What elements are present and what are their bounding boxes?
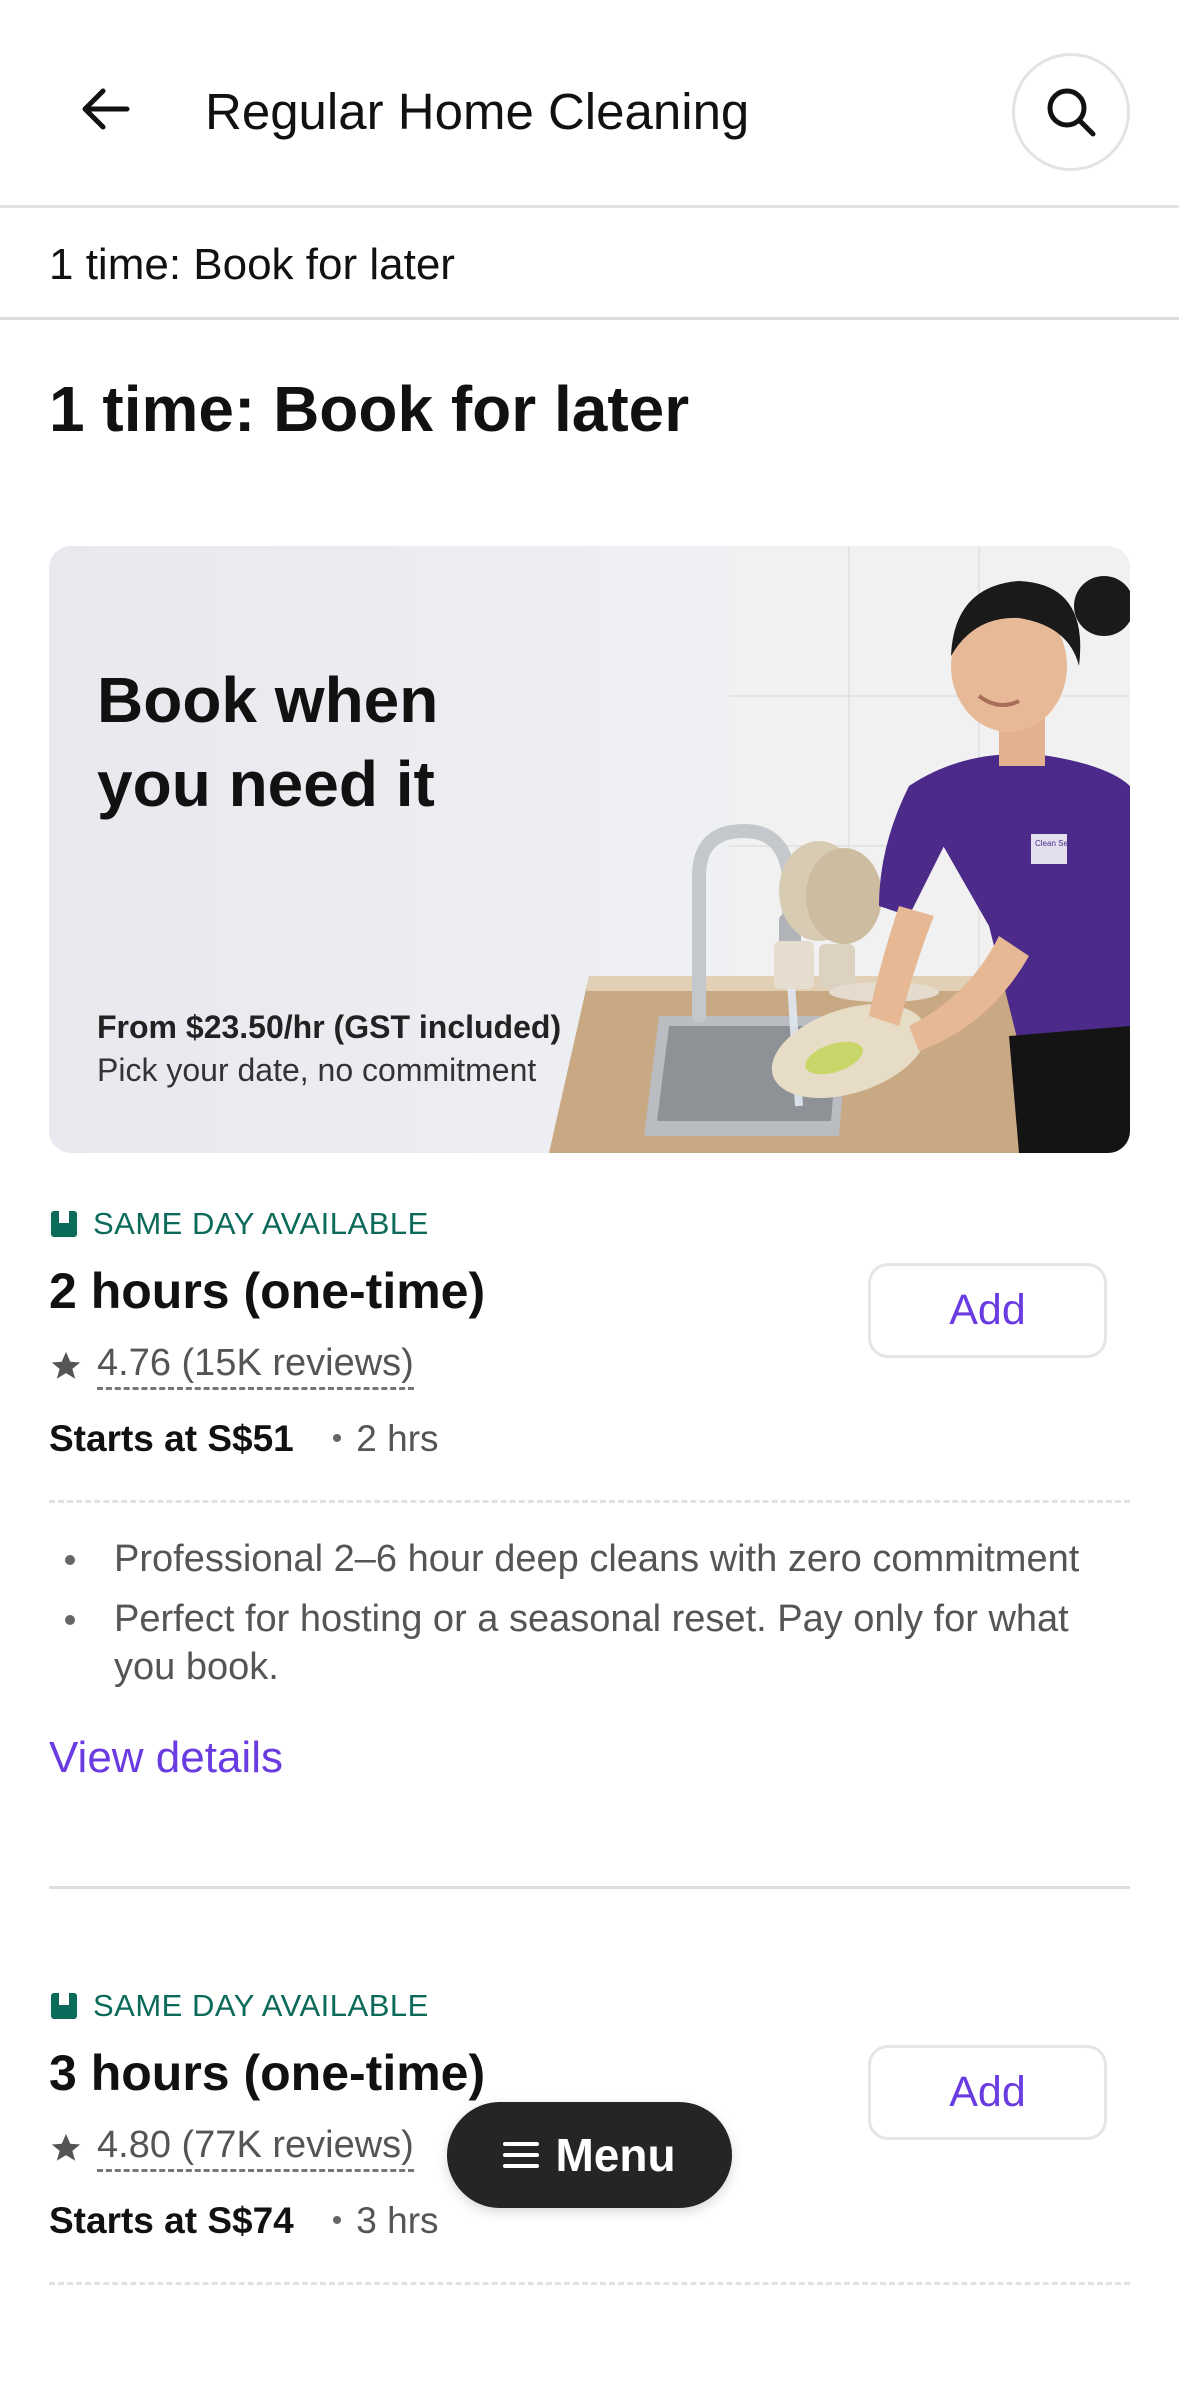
menu-button[interactable]: Menu — [447, 2102, 732, 2208]
divider — [49, 1500, 1130, 1503]
service-title: 2 hours (one-time) — [49, 1263, 486, 1319]
divider — [49, 1886, 1130, 1889]
same-day-badge: SAME DAY AVAILABLE — [49, 1206, 429, 1242]
service-title: 3 hours (one-time) — [49, 2045, 486, 2101]
rating-reviews-link[interactable]: 4.80 (77K reviews) — [97, 2124, 414, 2172]
badge-label: SAME DAY AVAILABLE — [93, 1206, 429, 1241]
badge-label: SAME DAY AVAILABLE — [93, 1988, 429, 2023]
menu-label: Menu — [555, 2129, 676, 2181]
app-header: Regular Home Cleaning — [0, 0, 1179, 208]
list-item: Professional 2–6 hour deep cleans with z… — [49, 1535, 1130, 1583]
rating-row: 4.76 (15K reviews) — [49, 1342, 414, 1390]
star-icon — [51, 2133, 81, 2161]
price-label: Starts at S$51 — [49, 1418, 294, 1459]
calendar-check-icon — [51, 1211, 77, 1237]
service-description-list: Professional 2–6 hour deep cleans with z… — [49, 1535, 1130, 1703]
shirt-logo: Clean Services — [1035, 839, 1089, 848]
banner-title: Book when you need it — [97, 664, 439, 820]
duration-label: 3 hrs — [356, 2200, 439, 2241]
price-label: Starts at S$74 — [49, 2200, 294, 2241]
section-tab-label[interactable]: 1 time: Book for later — [49, 240, 455, 290]
search-button[interactable] — [1012, 53, 1130, 171]
calendar-check-icon — [51, 1993, 77, 2019]
price-row: Starts at S$74 • 3 hrs — [49, 2200, 439, 2242]
hamburger-icon — [503, 2142, 540, 2168]
section-tab-bar: 1 time: Book for later — [0, 208, 1179, 320]
banner-subtitle: Pick your date, no commitment — [97, 1052, 537, 1088]
view-details-link[interactable]: View details — [49, 1733, 283, 1783]
section-heading: 1 time: Book for later — [49, 373, 690, 445]
promo-banner: Book when you need it From $23.50/hr (GS… — [49, 546, 1130, 1153]
duration-label: 2 hrs — [356, 1418, 439, 1459]
star-icon — [51, 1351, 81, 1379]
add-button[interactable]: Add — [868, 1263, 1107, 1358]
page-title: Regular Home Cleaning — [205, 83, 750, 140]
divider — [49, 2282, 1130, 2285]
separator-dot: • — [331, 1422, 343, 1455]
search-icon — [1047, 88, 1096, 137]
separator-dot: • — [331, 2204, 343, 2237]
back-button[interactable] — [70, 74, 140, 144]
same-day-badge: SAME DAY AVAILABLE — [49, 1988, 429, 2024]
rating-reviews-link[interactable]: 4.76 (15K reviews) — [97, 1342, 414, 1390]
cleaner-washing-dishes-illustration: Clean Services — [549, 546, 1130, 1153]
list-item: Perfect for hosting or a seasonal reset.… — [49, 1595, 1130, 1691]
add-button[interactable]: Add — [868, 2045, 1107, 2140]
banner-price: From $23.50/hr (GST included) — [97, 1009, 562, 1045]
rating-row: 4.80 (77K reviews) — [49, 2124, 414, 2172]
page: Regular Home Cleaning 1 time: Book for l… — [0, 0, 1179, 2396]
price-row: Starts at S$51 • 2 hrs — [49, 1418, 439, 1460]
arrow-left-icon — [82, 88, 130, 130]
